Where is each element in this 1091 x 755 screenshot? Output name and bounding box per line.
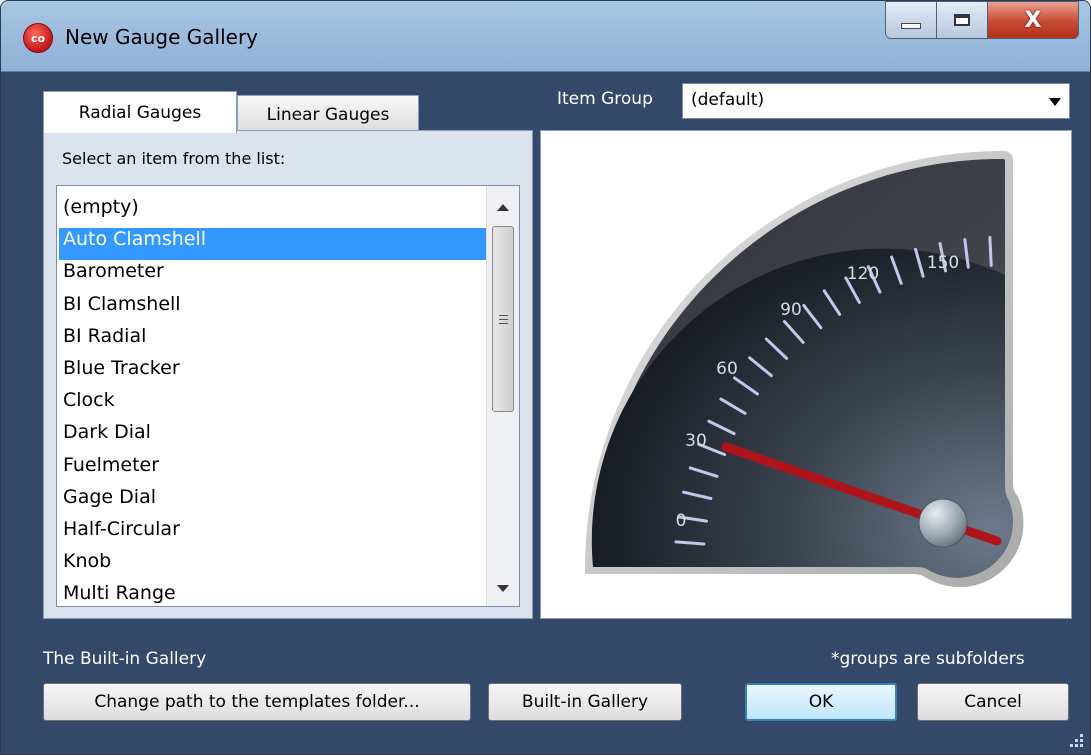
list-scrollbar[interactable] [486,186,519,606]
list-item[interactable]: Half-Circular [59,518,487,550]
maximize-icon [954,14,970,26]
grip-line [499,315,508,316]
list-item[interactable]: Auto Clamshell [59,228,487,261]
minimize-button[interactable] [885,1,937,39]
scroll-thumb[interactable] [492,226,514,412]
list-prompt: Select an item from the list: [62,149,286,168]
grip-line [499,323,508,324]
gauge-tick [674,540,706,546]
list-item[interactable]: Dark Dial [59,421,487,453]
list-item[interactable]: Multi Range [59,582,487,606]
scroll-down-arrow-icon[interactable] [497,585,509,592]
item-group-dropdown[interactable]: (default) [682,83,1070,119]
gauge-preview: 0 30 60 90 120 150 [540,130,1072,619]
gauge-hub [918,498,968,548]
gauge-scale-label: 120 [847,264,879,284]
gauge-scale-label: 90 [780,300,802,320]
list-item[interactable]: Clock [59,389,487,421]
gauge-tick [988,235,993,267]
close-button[interactable]: X [987,1,1079,39]
list-item[interactable]: Blue Tracker [59,357,487,389]
scroll-up-arrow-icon[interactable] [497,204,509,211]
gauge-scale-label: 150 [927,253,959,273]
list-item[interactable]: Knob [59,550,487,582]
item-group-label: Item Group [557,89,653,109]
groups-note: *groups are subfolders [831,649,1025,669]
gauge-preview-graphic: 0 30 60 90 120 150 [585,151,1024,588]
list-item[interactable]: Barometer [59,260,487,292]
list-item[interactable]: BI Radial [59,325,487,357]
gauge-listbox[interactable]: (empty) Auto Clamshell Barometer BI Clam… [56,185,520,607]
cancel-button[interactable]: Cancel [917,683,1069,721]
chevron-down-icon [1049,98,1061,106]
gauge-scale-label: 60 [716,359,738,379]
gauge-scale-label: 30 [685,431,707,451]
list-item[interactable]: Fuelmeter [59,454,487,486]
list-item[interactable]: BI Clamshell [59,293,487,325]
close-icon: X [1024,7,1042,33]
window-title: New Gauge Gallery [65,25,258,49]
dialog-window: co New Gauge Gallery X Radial Gauges Lin… [0,0,1091,755]
maximize-button[interactable] [936,1,988,39]
list-item[interactable]: (empty) [59,196,487,228]
gallery-label: The Built-in Gallery [43,649,207,669]
radial-gauges-tab-panel: Select an item from the list: (empty) Au… [43,130,533,619]
item-group-value: (default) [691,90,765,110]
grip-line [499,319,508,320]
gauge-list: (empty) Auto Clamshell Barometer BI Clam… [59,196,487,606]
list-item[interactable]: Gage Dial [59,486,487,518]
gauge-scale-label: 0 [676,511,687,531]
title-bar[interactable]: co New Gauge Gallery X [1,1,1090,71]
app-logo-icon: co [23,23,53,53]
tab-radial-gauges[interactable]: Radial Gauges [43,91,237,133]
minimize-icon [901,23,921,29]
resize-grip-icon[interactable] [1070,734,1084,748]
ok-button[interactable]: OK [745,683,897,721]
tab-linear-gauges[interactable]: Linear Gauges [237,95,419,133]
built-in-gallery-button[interactable]: Built-in Gallery [488,683,682,721]
change-path-button[interactable]: Change path to the templates folder... [43,683,471,721]
